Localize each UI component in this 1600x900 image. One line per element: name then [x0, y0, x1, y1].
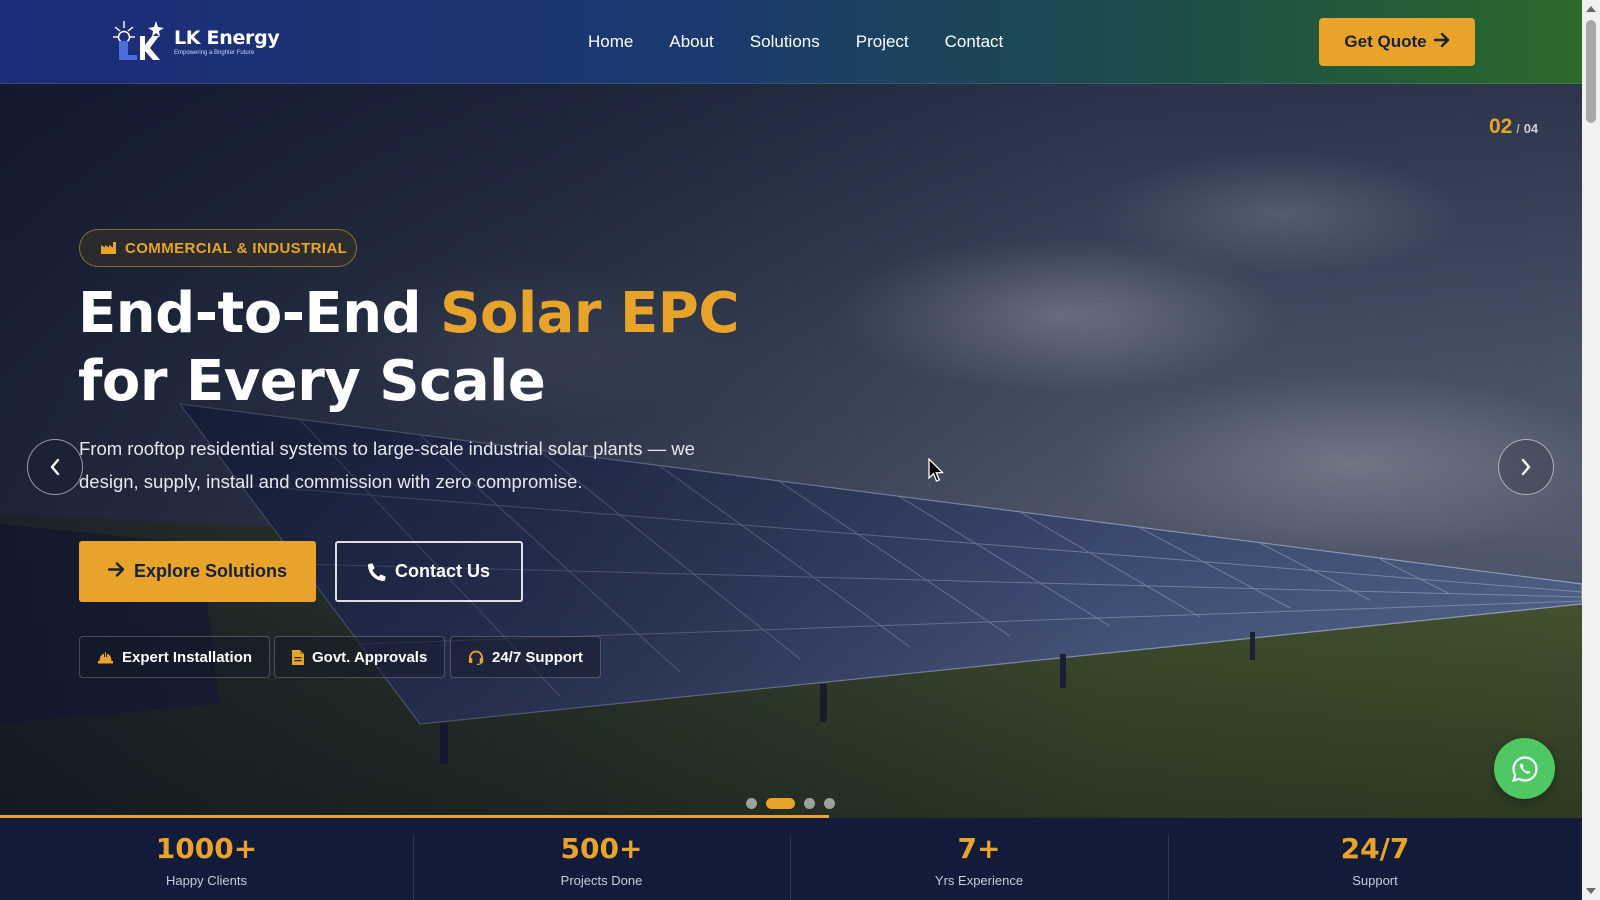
hard-hat-icon — [98, 651, 113, 663]
feature-chip-label: Expert Installation — [122, 648, 253, 666]
stat-experience: 7+ Yrs Experience — [790, 818, 1168, 900]
feature-chip-label: 24/7 Support — [492, 648, 583, 666]
stat-support: 24/7 Support — [1168, 818, 1582, 900]
arrow-right-icon — [1433, 32, 1450, 52]
brand-logo[interactable]: LK Energy Empowering a Brighter Future — [110, 18, 280, 64]
stat-label: Projects Done — [560, 873, 643, 888]
explore-solutions-button[interactable]: Explore Solutions — [79, 541, 316, 602]
stat-value: 500+ — [560, 832, 643, 865]
category-badge: COMMERCIAL & INDUSTRIAL — [79, 229, 357, 267]
nav-about[interactable]: About — [669, 32, 713, 52]
slide-counter: 02/04 — [1489, 115, 1538, 139]
nav-contact[interactable]: Contact — [945, 32, 1004, 52]
headline-part1: End-to-End — [78, 281, 441, 346]
slide-dot-1[interactable] — [746, 798, 757, 809]
slide-dot-2[interactable] — [766, 798, 795, 809]
headset-icon — [468, 650, 484, 665]
logo-mark-icon — [110, 18, 172, 64]
headline-highlight: Solar EPC — [440, 281, 739, 346]
factory-icon — [101, 242, 116, 254]
hero-slider: 02/04 COMMERCIAL & INDUSTRIAL End-to-End… — [0, 84, 1582, 818]
hero-headline: End-to-End Solar EPC for Every Scale — [78, 280, 739, 416]
scroll-up-arrow-icon[interactable] — [1586, 6, 1596, 12]
stat-value: 7+ — [957, 832, 1001, 865]
page-scrollbar[interactable] — [1582, 0, 1600, 900]
slide-current: 02 — [1489, 115, 1513, 138]
brand-name: LK Energy — [174, 26, 280, 49]
chevron-right-icon — [1521, 458, 1531, 476]
main-nav: Home About Solutions Project Contact — [588, 32, 1039, 52]
feature-chip-approvals: Govt. Approvals — [274, 636, 446, 678]
hero-description: From rooftop residential systems to larg… — [79, 438, 695, 492]
get-quote-button[interactable]: Get Quote — [1319, 18, 1475, 66]
stat-happy-clients: 1000+ Happy Clients — [0, 818, 413, 900]
whatsapp-icon — [1511, 755, 1538, 782]
arrow-right-icon — [107, 561, 125, 582]
slide-total: 04 — [1523, 121, 1539, 136]
navbar: LK Energy Empowering a Brighter Future H… — [0, 0, 1582, 84]
stat-value: 24/7 — [1340, 832, 1410, 865]
headline-part2: for Every Scale — [78, 349, 546, 414]
contact-us-button[interactable]: Contact Us — [335, 541, 523, 602]
stats-bar: 1000+ Happy Clients 500+ Projects Done 7… — [0, 818, 1582, 900]
nav-solutions[interactable]: Solutions — [750, 32, 820, 52]
feature-chip-support: 24/7 Support — [450, 636, 601, 678]
chevron-left-icon — [50, 458, 60, 476]
get-quote-label: Get Quote — [1344, 32, 1427, 51]
next-slide-button[interactable] — [1498, 439, 1554, 495]
mouse-cursor-icon — [928, 458, 944, 482]
brand-tagline: Empowering a Brighter Future — [174, 49, 255, 56]
stat-value: 1000+ — [155, 832, 258, 865]
prev-slide-button[interactable] — [27, 439, 83, 495]
stat-label: Support — [1352, 873, 1398, 888]
phone-icon — [367, 562, 386, 581]
feature-chip-label: Govt. Approvals — [312, 648, 428, 666]
slide-dot-4[interactable] — [824, 798, 835, 809]
stat-label: Happy Clients — [166, 873, 247, 888]
document-icon — [292, 649, 304, 665]
contact-us-label: Contact Us — [394, 561, 490, 581]
nav-home[interactable]: Home — [588, 32, 633, 52]
slide-separator: / — [1516, 122, 1520, 136]
slide-dot-3[interactable] — [804, 798, 815, 809]
slide-dots — [746, 798, 844, 809]
category-badge-label: COMMERCIAL & INDUSTRIAL — [125, 239, 348, 257]
stat-projects-done: 500+ Projects Done — [413, 818, 790, 900]
whatsapp-button[interactable] — [1494, 738, 1555, 799]
feature-chip-installation: Expert Installation — [79, 636, 271, 678]
stat-label: Yrs Experience — [934, 873, 1024, 888]
explore-solutions-label: Explore Solutions — [133, 561, 288, 581]
scroll-thumb[interactable] — [1586, 20, 1596, 123]
scroll-down-arrow-icon[interactable] — [1586, 888, 1596, 894]
nav-project[interactable]: Project — [856, 32, 909, 52]
